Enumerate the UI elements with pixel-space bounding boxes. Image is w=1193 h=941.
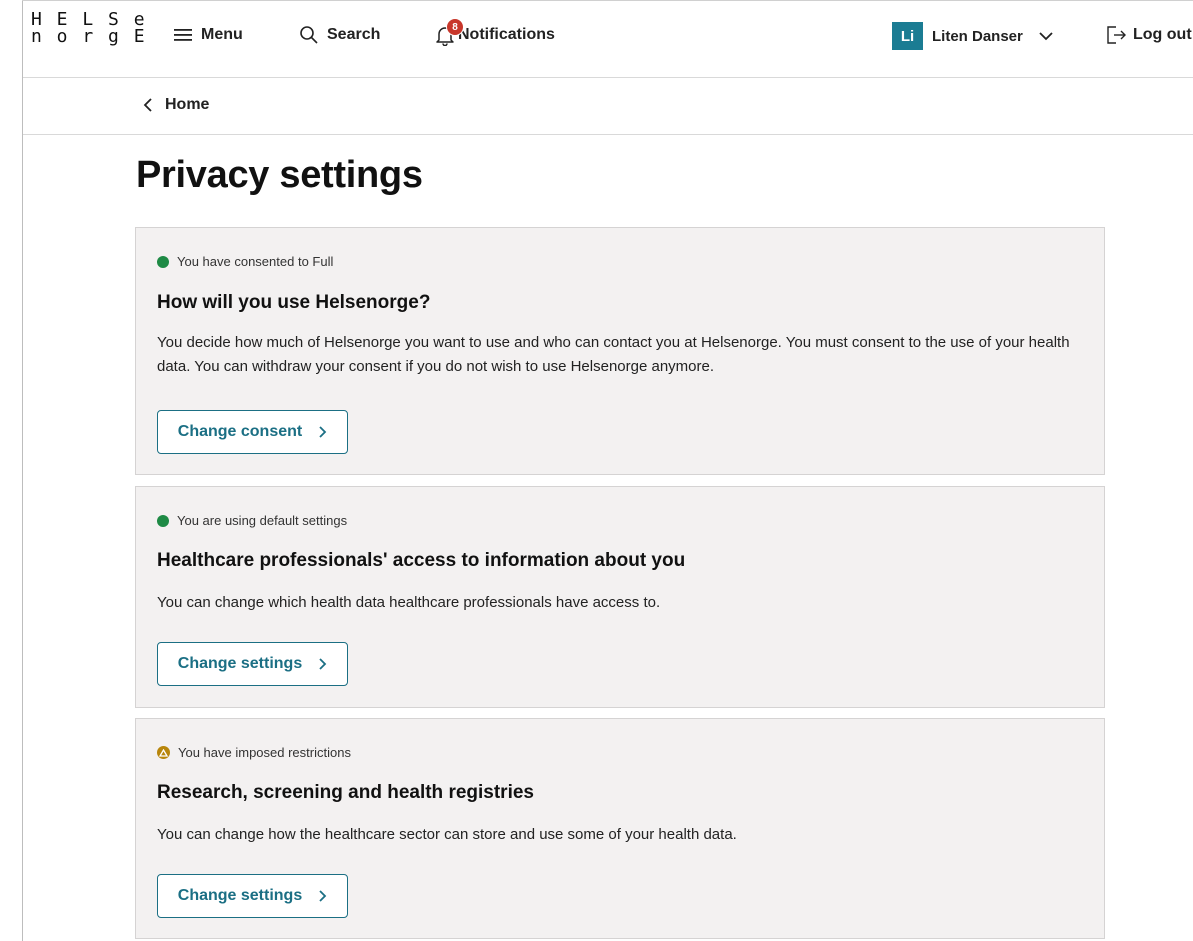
helsenorge-logo[interactable]: H E L S e n o r g E xyxy=(31,11,147,47)
chevron-right-icon xyxy=(319,426,327,438)
breadcrumb-home-label: Home xyxy=(165,96,210,113)
professionals-access-card: You are using default settings Healthcar… xyxy=(135,486,1105,708)
site-header: H E L S e n o r g E Menu Search 8 Notifi… xyxy=(23,1,1193,78)
status-ok-icon xyxy=(157,514,169,527)
change-research-settings-button[interactable]: Change settings xyxy=(157,874,348,918)
window-left-border xyxy=(22,0,23,941)
change-professionals-settings-button[interactable]: Change settings xyxy=(157,642,348,686)
hamburger-icon xyxy=(174,29,192,41)
change-consent-button[interactable]: Change consent xyxy=(157,410,348,454)
logo-line-2: n o r g E xyxy=(31,26,147,47)
avatar: Li xyxy=(892,22,923,50)
consent-description: You decide how much of Helsenorge you wa… xyxy=(157,334,1070,375)
notification-count-badge: 8 xyxy=(446,18,464,36)
breadcrumb-home-link[interactable]: Home xyxy=(143,96,209,114)
warning-icon xyxy=(157,746,170,759)
user-name: Liten Danser xyxy=(932,27,1023,45)
logout-label: Log out xyxy=(1133,26,1192,43)
research-heading: Research, screening and health registrie… xyxy=(157,782,534,803)
consent-card: You have consented to Full How will you … xyxy=(135,227,1105,475)
search-icon xyxy=(300,26,318,44)
logout-button[interactable]: Log out xyxy=(1105,24,1192,46)
professionals-status-text: You are using default settings xyxy=(177,513,348,528)
professionals-heading: Healthcare professionals' access to info… xyxy=(157,550,686,571)
research-status: You have imposed restrictions xyxy=(157,745,351,760)
menu-button[interactable]: Menu xyxy=(173,24,243,46)
professionals-description: You can change which health data healthc… xyxy=(157,594,661,611)
search-label: Search xyxy=(327,26,381,43)
notifications-button[interactable]: 8 Notifications xyxy=(434,18,555,47)
professionals-status: You are using default settings xyxy=(157,513,347,528)
change-settings-label: Change settings xyxy=(177,887,303,904)
chevron-right-icon xyxy=(319,658,327,670)
chevron-right-icon xyxy=(319,890,327,902)
consent-heading: How will you use Helsenorge? xyxy=(157,292,431,313)
notifications-bell: 8 xyxy=(434,18,464,47)
research-status-text: You have imposed restrictions xyxy=(178,745,351,760)
consent-status: You have consented to Full xyxy=(157,254,333,269)
chevron-left-icon xyxy=(143,98,152,112)
status-ok-icon xyxy=(157,255,169,268)
chevron-down-icon xyxy=(1039,32,1053,41)
search-button[interactable]: Search xyxy=(299,24,380,46)
page-title: Privacy settings xyxy=(136,154,423,196)
logout-icon xyxy=(1107,26,1126,44)
research-registries-card: You have imposed restrictions Research, … xyxy=(135,718,1105,939)
research-description: You can change how the healthcare sector… xyxy=(157,826,737,843)
breadcrumb: Home xyxy=(23,78,1193,135)
change-consent-label: Change consent xyxy=(177,423,303,440)
consent-status-text: You have consented to Full xyxy=(177,254,334,269)
notifications-label: Notifications xyxy=(458,26,555,43)
change-settings-label: Change settings xyxy=(177,655,303,672)
user-menu[interactable]: Li Liten Danser xyxy=(892,22,1054,50)
menu-label: Menu xyxy=(201,26,243,43)
